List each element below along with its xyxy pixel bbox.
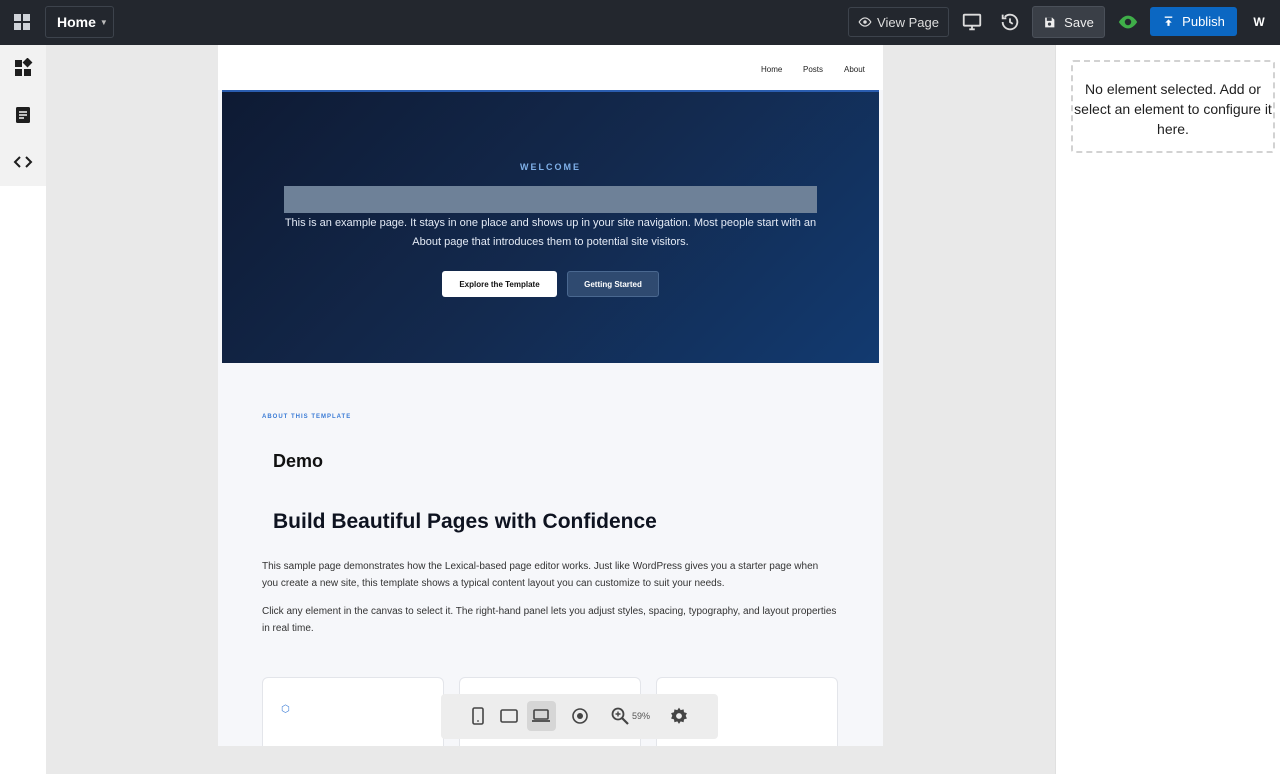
explore-template-button[interactable]: Explore the Template: [442, 271, 557, 297]
zoom-level: 59%: [632, 711, 651, 721]
hero-eyebrow[interactable]: WELCOME: [222, 162, 879, 172]
editor-canvas[interactable]: Home Posts About WELCOME This is an exam…: [218, 45, 883, 746]
chevron-down-icon: ▼: [99, 17, 108, 27]
page-selector-label: Home: [57, 14, 96, 30]
publish-button[interactable]: Publish: [1150, 7, 1237, 36]
section-heading[interactable]: Build Beautiful Pages with Confidence: [273, 510, 657, 534]
save-disk-icon: [1045, 17, 1055, 27]
blocks-icon[interactable]: [13, 58, 33, 78]
view-page-label: View Page: [877, 14, 939, 30]
user-avatar[interactable]: W: [1247, 10, 1271, 34]
laptop-icon[interactable]: [531, 706, 551, 726]
left-sidebar: [0, 45, 46, 186]
tablet-icon[interactable]: [499, 706, 519, 726]
target-icon[interactable]: [570, 706, 590, 726]
desktop-monitor-icon[interactable]: [961, 11, 983, 33]
top-toolbar: Home ▼ View Page Save Publish W: [0, 0, 1280, 45]
eye-icon: [858, 17, 872, 27]
zoom-in-icon[interactable]: [610, 706, 630, 726]
mobile-icon[interactable]: [468, 706, 488, 726]
hero-heading-placeholder[interactable]: [284, 186, 817, 213]
intro-paragraph[interactable]: This sample page demonstrates how the Le…: [262, 558, 837, 592]
left-sidebar-panel: [0, 186, 46, 774]
about-section-label[interactable]: ABOUT THIS TEMPLATE: [262, 414, 351, 420]
nav-link-home[interactable]: Home: [761, 65, 782, 74]
nav-link-posts[interactable]: Posts: [803, 65, 823, 74]
pages-document-icon[interactable]: [13, 105, 33, 125]
view-page-button[interactable]: View Page: [848, 7, 949, 37]
page-selector-dropdown[interactable]: Home ▼: [45, 6, 114, 38]
visibility-eye-icon[interactable]: [1117, 11, 1139, 33]
hero-section[interactable]: WELCOME This is an example page. It stay…: [222, 90, 879, 363]
demo-title[interactable]: Demo: [273, 451, 323, 472]
history-icon[interactable]: [999, 11, 1021, 33]
properties-panel: No element selected. Add or select an el…: [1055, 45, 1280, 774]
instructions-paragraph[interactable]: Click any element in the canvas to selec…: [262, 603, 837, 637]
feature-card[interactable]: ⬡: [262, 677, 444, 746]
empty-selection-message: No element selected. Add or select an el…: [1071, 60, 1275, 153]
site-navigation: Home Posts About: [218, 45, 883, 90]
settings-gear-icon[interactable]: [669, 706, 689, 726]
dashboard-grid-icon[interactable]: [12, 12, 32, 32]
hexagon-icon: ⬡: [281, 704, 290, 715]
hero-description[interactable]: This is an example page. It stays in one…: [284, 214, 817, 252]
save-label: Save: [1064, 14, 1094, 30]
getting-started-button[interactable]: Getting Started: [567, 271, 659, 297]
upload-icon: [1164, 16, 1173, 26]
publish-label: Publish: [1182, 14, 1225, 29]
nav-link-about[interactable]: About: [844, 65, 865, 74]
save-button[interactable]: Save: [1032, 6, 1105, 38]
code-icon[interactable]: [13, 152, 33, 172]
